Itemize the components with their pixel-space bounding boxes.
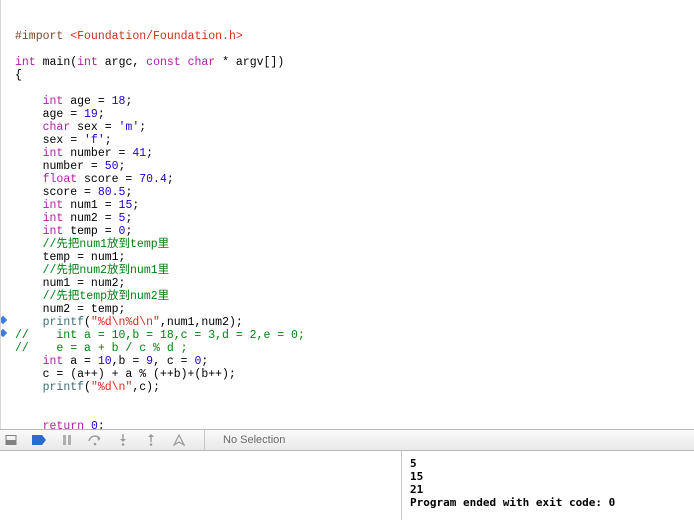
kw-return: return xyxy=(43,420,84,429)
output-exit: Program ended with exit code: 0 xyxy=(410,496,615,509)
pause-icon[interactable] xyxy=(60,433,74,447)
location-icon[interactable] xyxy=(172,433,186,447)
output-line: 5 xyxy=(410,457,417,470)
step-over-icon[interactable] xyxy=(88,433,102,447)
step-out-icon[interactable] xyxy=(144,433,158,447)
debug-toolbar: No Selection xyxy=(0,429,694,451)
code-editor[interactable]: #import <Foundation/Foundation.h> int ma… xyxy=(0,0,694,429)
kw-int: int xyxy=(15,56,36,69)
comment: // int a = 10,b = 18,c = 3,d = 2,e = 0; xyxy=(15,329,305,342)
comment: //先把num1放到temp里 xyxy=(15,238,169,251)
hide-debug-icon[interactable] xyxy=(4,433,18,447)
output-line: 21 xyxy=(410,483,423,496)
output-line: 15 xyxy=(410,470,423,483)
console-area: 5 15 21 Program ended with exit code: 0 xyxy=(0,451,694,520)
fn-printf: printf xyxy=(43,381,84,394)
step-into-icon[interactable] xyxy=(116,433,130,447)
thread-selection[interactable]: No Selection xyxy=(223,434,285,446)
fn-printf: printf xyxy=(43,316,84,329)
comment: //先把temp放到num2里 xyxy=(15,290,169,303)
breakpoint-marker[interactable] xyxy=(0,316,7,324)
include-path: <Foundation/Foundation.h> xyxy=(70,30,243,43)
preprocessor: #import xyxy=(15,30,70,43)
comment: // e = a + b / c % d ; xyxy=(15,342,188,355)
comment: //先把num2放到num1里 xyxy=(15,264,169,277)
output-pane[interactable]: 5 15 21 Program ended with exit code: 0 xyxy=(402,451,694,520)
brace-open: { xyxy=(15,69,22,82)
toolbar-divider xyxy=(204,429,205,451)
breakpoint-marker[interactable] xyxy=(0,329,7,337)
variables-pane[interactable] xyxy=(0,451,402,520)
gutter xyxy=(0,0,6,429)
breakpoints-icon[interactable] xyxy=(32,433,46,447)
